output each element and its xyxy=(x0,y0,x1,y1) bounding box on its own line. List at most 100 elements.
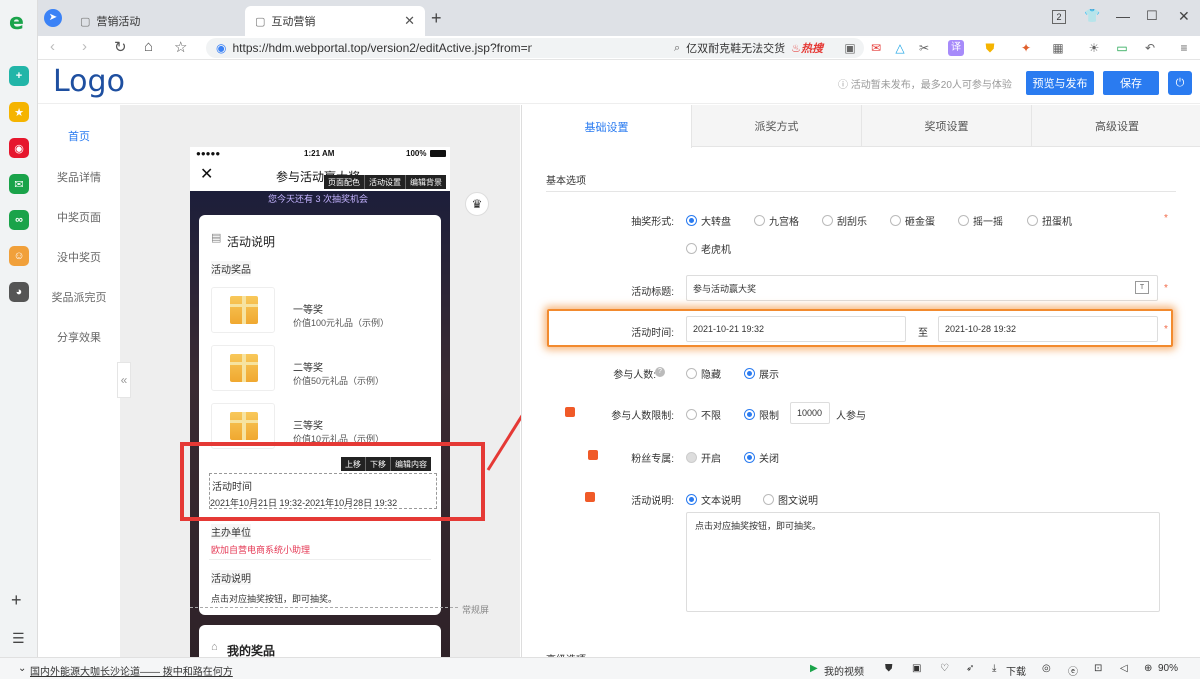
help-icon[interactable]: ? xyxy=(655,367,665,377)
tab-basic-settings[interactable]: 基础设置 xyxy=(522,105,692,148)
download-icon[interactable]: ⤓ xyxy=(992,663,996,674)
forward-icon[interactable]: › xyxy=(82,38,87,55)
ie-icon[interactable]: ⓔ xyxy=(1068,663,1078,678)
activity-title-input[interactable]: 参与活动赢大奖 T xyxy=(686,275,1158,301)
power-icon[interactable]: ⏻ xyxy=(1168,71,1192,95)
description-textarea[interactable]: 点击对应抽奖按钮，即可抽奖。 xyxy=(686,512,1160,612)
battery-icon[interactable]: ▭ xyxy=(1114,40,1130,56)
search-input[interactable]: ⌕ 亿双耐克鞋无法交货 ♨ 热搜 xyxy=(664,38,864,58)
radio-scratch[interactable]: 刮刮乐 xyxy=(822,213,867,228)
radio-shake[interactable]: 摇一摇 xyxy=(958,213,1003,228)
download-link[interactable]: 下载 xyxy=(1006,663,1026,678)
scissors-icon[interactable]: ✂ xyxy=(916,40,932,56)
phone-theme-icon[interactable]: ♛ xyxy=(465,192,489,216)
end-time-input[interactable]: 2021-10-28 19:32 xyxy=(938,316,1158,342)
radio-egg[interactable]: 砸金蛋 xyxy=(890,213,935,228)
nav-arrow-icon[interactable]: ➤ xyxy=(44,9,62,27)
shirt-icon[interactable]: 👕 xyxy=(1084,8,1100,24)
zoom-icon[interactable]: ⊕ xyxy=(1144,663,1152,674)
home-icon[interactable]: ⌂ xyxy=(144,38,153,55)
gamepad-icon[interactable]: ✦ xyxy=(1018,40,1034,56)
radio-slot[interactable]: 老虎机 xyxy=(686,241,731,256)
browser-logo-icon[interactable]: e xyxy=(9,10,24,35)
close-window-icon[interactable]: ✕ xyxy=(1178,8,1190,25)
zoom-level[interactable]: 90% xyxy=(1158,663,1178,674)
mail-icon[interactable]: ✉ xyxy=(9,174,29,194)
crop-icon[interactable]: ⊡ xyxy=(1094,663,1102,674)
nav-item-home[interactable]: 首页 xyxy=(38,128,120,144)
reader-icon[interactable]: ▣ xyxy=(842,40,858,56)
shield-status-icon[interactable]: ⛊ xyxy=(885,663,893,674)
radio-fans-off[interactable]: 关闭 xyxy=(744,450,779,465)
sound-icon[interactable]: ◁ xyxy=(1120,663,1128,674)
tab-award-method[interactable]: 派奖方式 xyxy=(692,105,862,147)
shield-icon[interactable]: ⛊ xyxy=(982,40,998,56)
translate-icon[interactable]: △ xyxy=(892,40,908,56)
back-icon[interactable]: ‹ xyxy=(50,38,55,55)
brightness-icon[interactable]: ☀ xyxy=(1086,40,1102,56)
plus-app-icon[interactable]: + xyxy=(9,66,29,86)
game-app-icon[interactable]: ☺ xyxy=(9,246,29,266)
undo-icon[interactable]: ↶ xyxy=(1142,40,1158,56)
panda-icon[interactable]: ◕ xyxy=(9,282,29,302)
start-time-input[interactable]: 2021-10-21 19:32 xyxy=(686,316,906,342)
radio-image-desc[interactable]: 图文说明 xyxy=(763,492,818,507)
image-icon[interactable]: ▣ xyxy=(912,663,921,674)
edit-background-button[interactable]: 编辑背景 xyxy=(406,175,446,189)
radio-capsule[interactable]: 扭蛋机 xyxy=(1027,213,1072,228)
close-icon[interactable]: ✕ xyxy=(200,164,213,184)
tab-advanced-settings[interactable]: 高级设置 xyxy=(1032,105,1200,147)
radio-text-desc[interactable]: 文本说明 xyxy=(686,492,741,507)
nav-item-win-page[interactable]: 中奖页面 xyxy=(38,209,120,225)
nav-item-lose-page[interactable]: 没中奖页 xyxy=(38,249,120,265)
list-icon[interactable]: ☰ xyxy=(12,630,25,647)
video-icon[interactable]: ▶ xyxy=(810,663,818,674)
minimize-icon[interactable]: — xyxy=(1116,8,1130,24)
radio-grid[interactable]: 九宫格 xyxy=(754,213,799,228)
page-icon: ▢ xyxy=(255,15,266,28)
game-status-icon[interactable]: ◎ xyxy=(1042,663,1051,674)
maximize-icon[interactable]: ☐ xyxy=(1146,8,1158,24)
nav-item-prize-out-page[interactable]: 奖品派完页 xyxy=(38,289,120,305)
rocket-icon[interactable]: ➶ xyxy=(966,663,974,674)
browser-status-bar: ⌄ 国内外能源大咖长沙论道—— 拨中和路在何方 ▶ 我的视频 ⛊ ▣ ♡ ➶ ⤓… xyxy=(0,657,1200,679)
limit-count-input[interactable]: 10000 xyxy=(790,402,830,424)
radio-hide-participants[interactable]: 隐藏 xyxy=(686,366,721,381)
apps-grid-icon[interactable]: ▦ xyxy=(1050,40,1066,56)
info-icon: ⓘ xyxy=(838,80,851,91)
chevron-down-icon[interactable]: ⌄ xyxy=(18,663,26,674)
tab-interactive[interactable]: ▢ 互动营销 ✕ xyxy=(245,6,425,36)
activity-settings-button[interactable]: 活动设置 xyxy=(365,175,406,189)
collapse-nav-icon[interactable]: « xyxy=(117,362,131,398)
reload-icon[interactable]: ↻ xyxy=(114,38,127,56)
radio-limit[interactable]: 限制 xyxy=(744,407,779,422)
preview-publish-button[interactable]: 预览与发布 xyxy=(1026,71,1094,95)
text-format-icon[interactable]: T xyxy=(1135,281,1149,294)
star-app-icon[interactable]: ★ xyxy=(9,102,29,122)
menu-icon[interactable]: ≡ xyxy=(1176,40,1192,56)
radio-wheel[interactable]: 大转盘 xyxy=(686,213,731,228)
my-videos-link[interactable]: 我的视频 xyxy=(824,663,864,678)
news-ticker-link[interactable]: 国内外能源大咖长沙论道—— 拨中和路在何方 xyxy=(30,663,233,678)
cloud-icon[interactable]: ∞ xyxy=(9,210,29,230)
radio-show-participants[interactable]: 展示 xyxy=(744,366,779,381)
publish-notice: ⓘ 活动暂未发布，最多20人可参与体验 xyxy=(838,80,1012,91)
new-tab-icon[interactable]: + xyxy=(431,8,442,29)
nav-item-prize-detail[interactable]: 奖品详情 xyxy=(38,169,120,185)
add-app-icon[interactable]: + xyxy=(11,590,22,611)
save-button[interactable]: 保存 xyxy=(1103,71,1159,95)
radio-fans-on[interactable]: 开启 xyxy=(686,450,721,465)
radio-no-limit[interactable]: 不限 xyxy=(686,407,721,422)
heart-icon[interactable]: ♡ xyxy=(940,663,949,674)
weibo-icon[interactable]: ◉ xyxy=(9,138,29,158)
nav-item-share[interactable]: 分享效果 xyxy=(38,329,120,345)
tab-marketing[interactable]: ▢ 营销活动 xyxy=(70,6,245,36)
page-color-button[interactable]: 页面配色 xyxy=(324,175,365,189)
url-input[interactable]: ◉ https://hdm.webportal.top/version2/edi… xyxy=(206,38,691,58)
close-tab-icon[interactable]: ✕ xyxy=(404,13,415,29)
tab-prize-settings[interactable]: 奖项设置 xyxy=(862,105,1032,147)
mail-toolbar-icon[interactable]: ✉ xyxy=(868,40,884,56)
bookmark-star-icon[interactable]: ☆ xyxy=(174,38,187,56)
tab-count-badge[interactable]: 2 xyxy=(1052,10,1066,24)
translate-yi-icon[interactable]: 译 xyxy=(948,40,964,56)
